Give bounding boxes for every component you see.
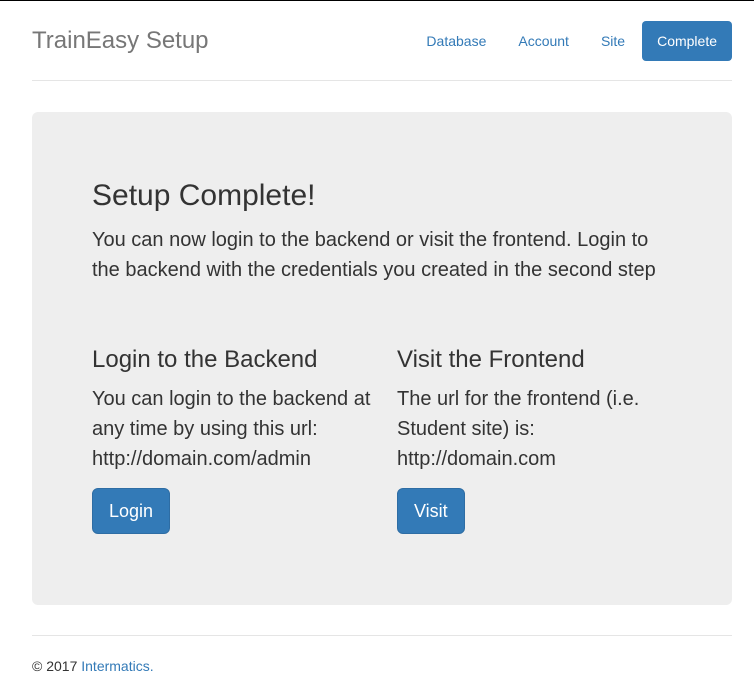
backend-section: Login to the Backend You can login to th…	[92, 345, 382, 534]
company-link[interactable]: Intermatics.	[81, 658, 153, 674]
frontend-text: The url for the frontend (i.e. Student s…	[397, 388, 640, 470]
frontend-heading: Visit the Frontend	[397, 346, 585, 373]
brand-title: TrainEasy Setup	[32, 27, 209, 54]
nav-database[interactable]: Database	[411, 21, 501, 61]
backend-heading: Login to the Backend	[92, 346, 318, 373]
page-title: Setup Complete!	[92, 179, 316, 212]
nav-site[interactable]: Site	[586, 21, 640, 61]
copyright-text: © 2017	[32, 658, 78, 674]
setup-steps-nav: Database Account Site Complete	[409, 21, 732, 61]
backend-text: You can login to the backend at any time…	[92, 388, 371, 470]
nav-complete[interactable]: Complete	[642, 21, 732, 61]
visit-button[interactable]: Visit	[397, 488, 465, 534]
page-footer: © 2017 Intermatics.	[32, 635, 732, 674]
frontend-section: Visit the Frontend The url for the front…	[397, 345, 687, 534]
setup-complete-panel: Setup Complete! You can now login to the…	[32, 112, 732, 605]
page-header: TrainEasy Setup Database Account Site Co…	[32, 1, 732, 81]
nav-account[interactable]: Account	[503, 21, 584, 61]
lead-text: You can now login to the backend or visi…	[92, 229, 656, 281]
login-button[interactable]: Login	[92, 488, 171, 534]
